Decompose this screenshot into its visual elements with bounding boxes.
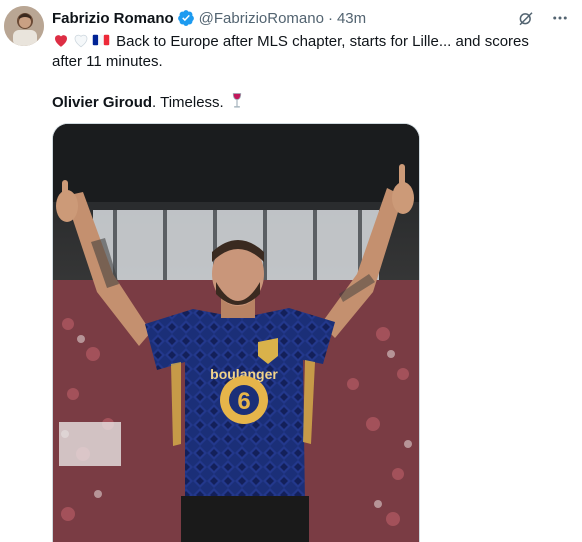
grok-icon[interactable]	[516, 8, 536, 28]
avatar[interactable]	[4, 6, 44, 46]
tweet-photo[interactable]: boulanger 6	[52, 123, 420, 542]
tweet-actions-top	[516, 8, 570, 28]
tweet-line-3: Olivier Giroud. Timeless.	[52, 92, 572, 113]
white-heart-icon	[72, 31, 90, 49]
tweet-line-1: Back to Europe after MLS chapter, starts…	[52, 31, 572, 52]
header-separator: ·	[327, 9, 333, 27]
tweet-line-2: after 11 minutes.	[52, 53, 163, 70]
tweet-header: Fabrizio Romano @FabrizioRomano · 43m	[52, 7, 366, 29]
france-flag-icon	[92, 31, 110, 49]
verified-badge-icon	[177, 9, 195, 27]
tweet-line-1-text: Back to Europe after MLS chapter, starts…	[116, 33, 529, 50]
timestamp[interactable]: 43m	[337, 10, 366, 27]
red-heart-icon	[52, 31, 70, 49]
tweet-line-3-text: . Timeless.	[152, 94, 228, 111]
kit-number-label: 6	[237, 388, 250, 415]
more-options-icon[interactable]	[550, 8, 570, 28]
player-name: Olivier Giroud	[52, 94, 153, 111]
author-handle[interactable]: @FabrizioRomano	[199, 10, 324, 27]
profile-photo-icon	[4, 6, 44, 46]
tweet-text: Back to Europe after MLS chapter, starts…	[52, 31, 572, 113]
photo-giroud-celebration: boulanger 6	[53, 124, 419, 542]
display-name[interactable]: Fabrizio Romano	[52, 10, 174, 27]
wine-glass-icon	[228, 92, 246, 110]
tweet[interactable]: Fabrizio Romano @FabrizioRomano · 43m Ba…	[0, 0, 582, 542]
